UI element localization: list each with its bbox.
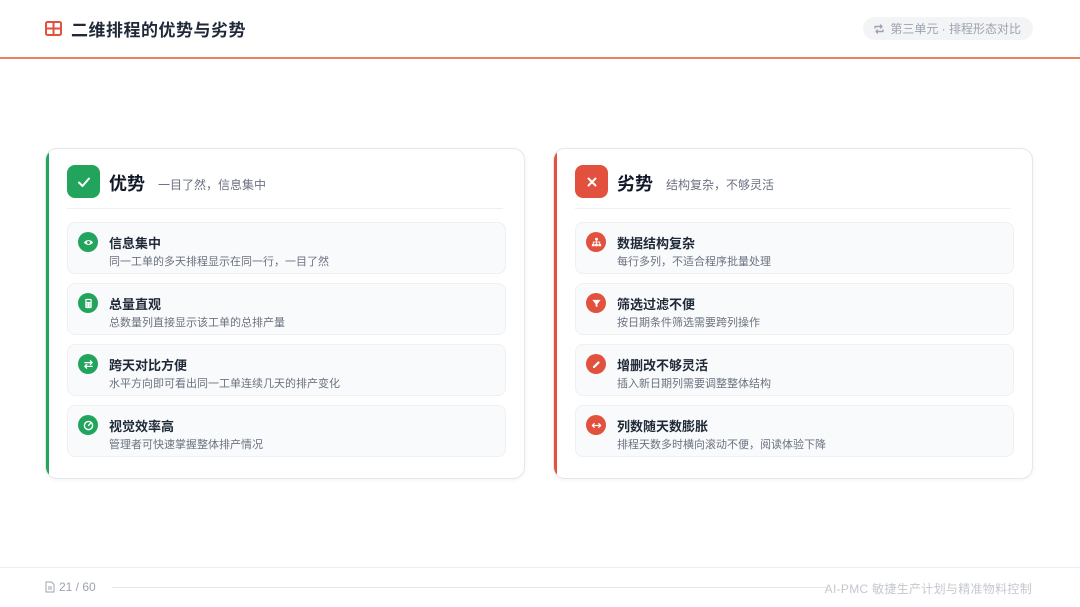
cons-header: 劣势 结构复杂，不够灵活: [575, 165, 1011, 209]
cons-panel: 劣势 结构复杂，不够灵活 数据结构复杂 每行多列，不适合程序批量处理 筛选过滤不…: [553, 148, 1033, 479]
cons-item-title: 数据结构复杂: [617, 236, 696, 251]
pros-item-desc: 管理者可快速掌握整体排产情况: [109, 439, 263, 451]
pros-item-desc: 同一工单的多天排程显示在同一行，一目了然: [109, 256, 329, 268]
gauge-icon: [78, 415, 98, 435]
pros-item: 信息集中 同一工单的多天排程显示在同一行，一目了然: [67, 222, 506, 274]
cons-subtitle: 结构复杂，不够灵活: [666, 178, 775, 192]
cons-item: 增删改不够灵活 插入新日期列需要调整整体结构: [575, 344, 1014, 396]
pros-subtitle: 一目了然，信息集中: [158, 178, 267, 192]
cons-item: 列数随天数膨胀 排程天数多时横向滚动不便，阅读体验下降: [575, 405, 1014, 457]
footer-brand: AI-PMC 敏捷生产计划与精准物料控制: [824, 582, 1032, 596]
calculator-icon: [78, 293, 98, 313]
check-icon: [67, 165, 100, 198]
cons-item-desc: 插入新日期列需要调整整体结构: [617, 378, 771, 390]
filter-icon: [586, 293, 606, 313]
pros-item-desc: 水平方向即可看出同一工单连续几天的排产变化: [109, 378, 340, 390]
header-divider: [0, 57, 1080, 59]
cons-item: 数据结构复杂 每行多列，不适合程序批量处理: [575, 222, 1014, 274]
pencil-icon: [586, 354, 606, 374]
pros-item: 跨天对比方便 水平方向即可看出同一工单连续几天的排产变化: [67, 344, 506, 396]
repeat-icon: [874, 23, 885, 34]
pros-item-desc: 总数量列直接显示该工单的总排产量: [109, 317, 285, 329]
cons-item-title: 增删改不够灵活: [617, 358, 709, 373]
section-label: 第三单元 · 排程形态对比: [890, 22, 1021, 36]
cons-item-title: 列数随天数膨胀: [617, 419, 709, 434]
exchange-icon: [78, 354, 98, 374]
hierarchy-icon: [586, 232, 606, 252]
section-badge: 第三单元 · 排程形态对比: [863, 17, 1033, 40]
eye-icon: [78, 232, 98, 252]
pros-item: 视觉效率高 管理者可快速掌握整体排产情况: [67, 405, 506, 457]
pros-item-title: 总量直观: [109, 297, 162, 312]
cons-item-desc: 每行多列，不适合程序批量处理: [617, 256, 771, 268]
page-title: 二维排程的优势与劣势: [71, 21, 246, 40]
horizontal-arrows-icon: [586, 415, 606, 435]
document-icon: [45, 581, 55, 593]
pros-header: 优势 一目了然，信息集中: [67, 165, 503, 209]
footer-line: [112, 587, 827, 588]
cons-title: 劣势: [617, 174, 653, 194]
pros-item-title: 信息集中: [109, 236, 162, 251]
pros-item: 总量直观 总数量列直接显示该工单的总排产量: [67, 283, 506, 335]
footer-divider: [0, 567, 1080, 568]
cons-item-desc: 按日期条件筛选需要跨列操作: [617, 317, 760, 329]
cons-item-title: 筛选过滤不便: [617, 297, 696, 312]
page-indicator: 21 / 60: [45, 580, 96, 594]
pros-item-title: 视觉效率高: [109, 419, 175, 434]
page-number: 21 / 60: [59, 580, 96, 594]
pros-item-title: 跨天对比方便: [109, 358, 188, 373]
grid-icon: [45, 21, 62, 36]
cons-item: 筛选过滤不便 按日期条件筛选需要跨列操作: [575, 283, 1014, 335]
close-icon: [575, 165, 608, 198]
cons-item-desc: 排程天数多时横向滚动不便，阅读体验下降: [617, 439, 826, 451]
header: 二维排程的优势与劣势 第三单元 · 排程形态对比: [0, 0, 1080, 59]
pros-title: 优势: [109, 174, 145, 194]
pros-panel: 优势 一目了然，信息集中 信息集中 同一工单的多天排程显示在同一行，一目了然 总…: [45, 148, 525, 479]
